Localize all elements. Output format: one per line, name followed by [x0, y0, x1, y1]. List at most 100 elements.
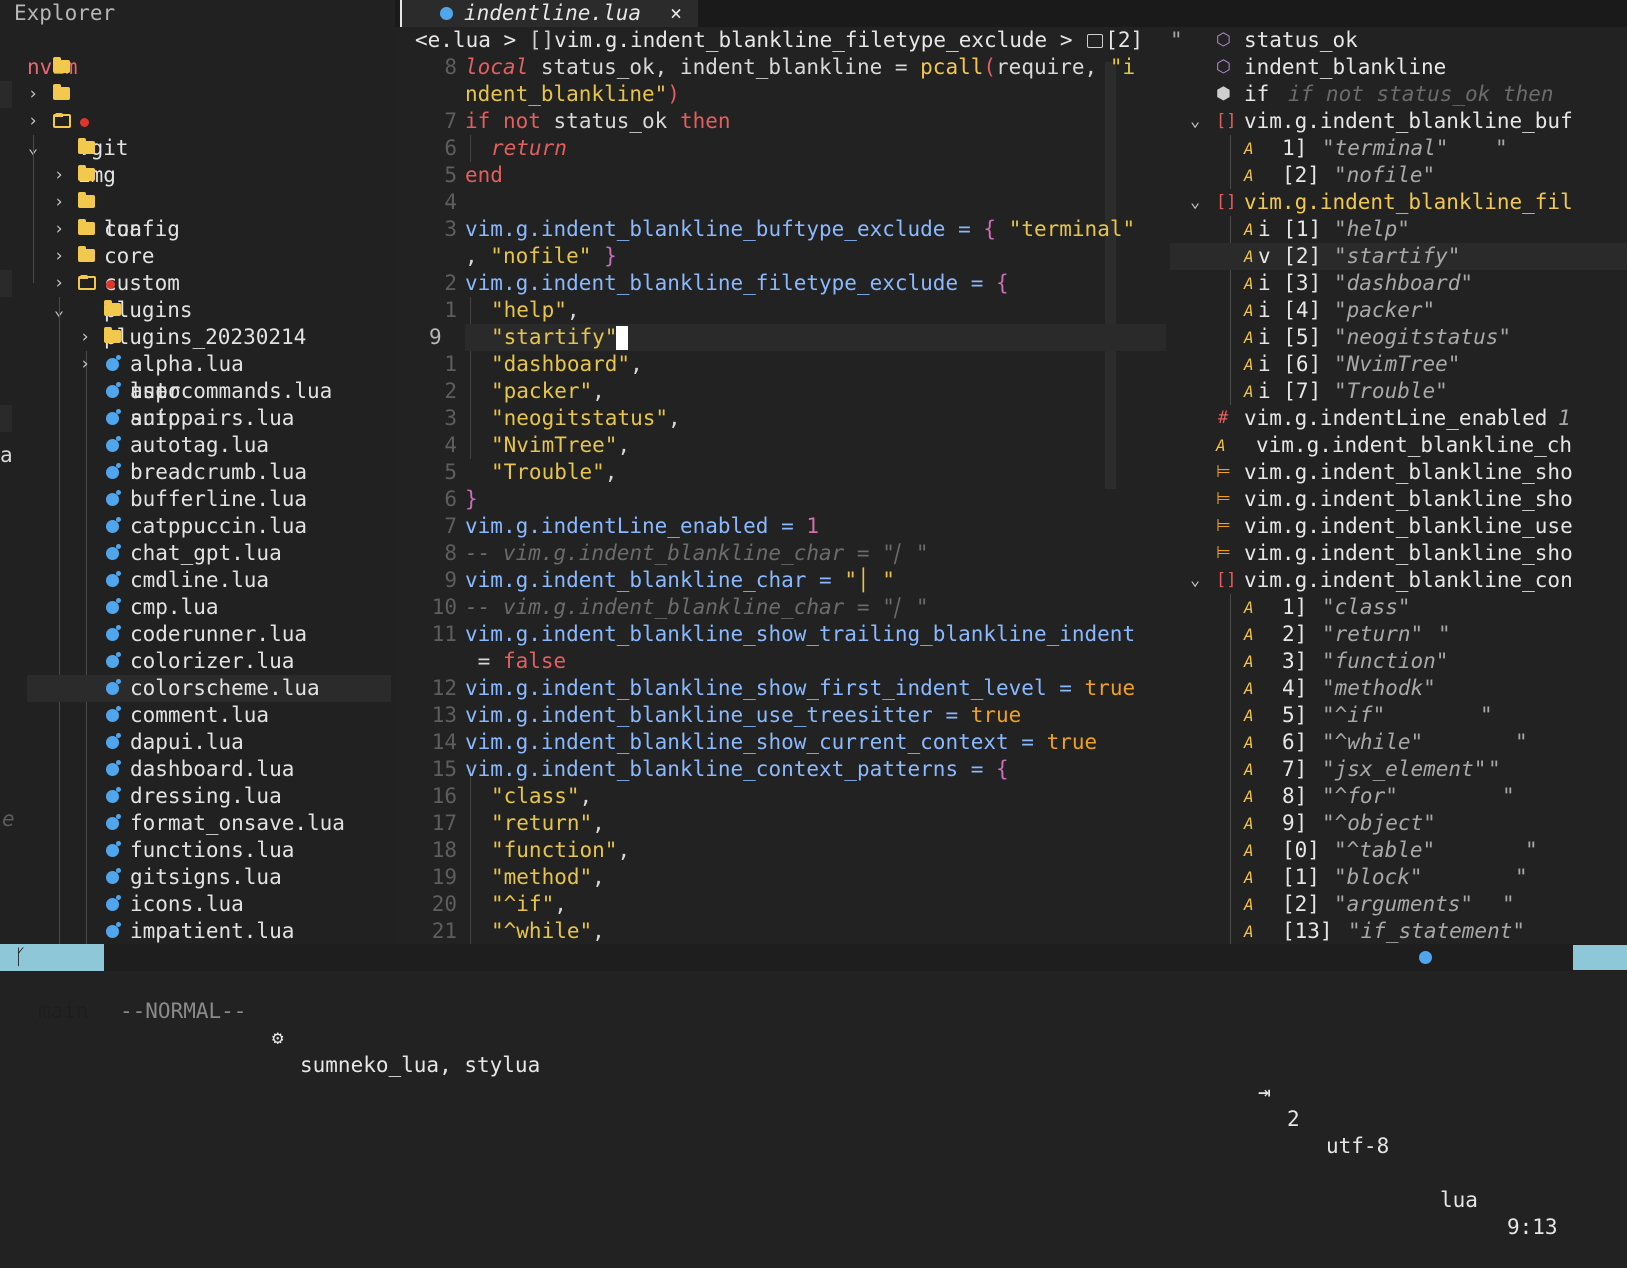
outline-item[interactable]: A 9] "^object": [1170, 810, 1627, 837]
tree-item-file[interactable]: cmdline.lua: [0, 567, 395, 594]
tree-root[interactable]: nvim: [0, 27, 395, 79]
tree-item-folder[interactable]: › snip: [0, 324, 395, 430]
outline-item-current[interactable]: Av [2] "startify": [1170, 243, 1627, 270]
lua-icon: [106, 706, 121, 722]
tab-indentline[interactable]: indentline.lua ×: [400, 0, 698, 27]
tree-item-file[interactable]: dapui.lua: [0, 729, 395, 756]
outline-detail: "dashboard": [1334, 271, 1474, 295]
outline-item[interactable]: A [2] "nofile": [1170, 162, 1627, 189]
outline-item[interactable]: ⊨ vim.g.indent_blankline_use: [1170, 513, 1627, 540]
outline-item[interactable]: ⊨ vim.g.indent_blankline_sho: [1170, 540, 1627, 567]
tree-item-file[interactable]: impatient.lua: [0, 918, 395, 945]
string-icon: A: [1244, 868, 1254, 887]
variable-icon: ⬡: [1216, 30, 1231, 50]
editor-pane[interactable]: <e.lua > []vim.g.indent_blankline_filety…: [395, 27, 1170, 944]
outline-item[interactable]: ⊨ vim.g.indent_blankline_sho: [1170, 459, 1627, 486]
tree-item-file[interactable]: comment.lua: [0, 702, 395, 729]
tree-item-file[interactable]: catppuccin.lua: [0, 513, 395, 540]
outline-item[interactable]: A 8] "^for" ": [1170, 783, 1627, 810]
outline-item[interactable]: Ai [4] "packer": [1170, 297, 1627, 324]
tree-item-file[interactable]: dashboard.lua: [0, 756, 395, 783]
tree-item-folder[interactable]: › .git: [0, 54, 395, 160]
code-line: 19 "method",: [395, 864, 1170, 891]
tree-item-label: comment.lua: [130, 703, 270, 727]
tree-item-file[interactable]: colorizer.lua: [0, 648, 395, 675]
lua-icon: [106, 409, 121, 425]
outline-item[interactable]: A 4] "methodk": [1170, 675, 1627, 702]
tree-item-folder[interactable]: › custom: [0, 189, 395, 295]
tree-item-file[interactable]: bufferline.lua: [0, 486, 395, 513]
outline-label: vim.g.indent_blankline_fil: [1244, 190, 1573, 214]
outline-item[interactable]: Avim.g.indent_blankline_ch: [1170, 432, 1627, 459]
outline-label: v [2]: [1258, 244, 1322, 268]
outline-item[interactable]: A [1] "block" ": [1170, 864, 1627, 891]
outline-label: vim.g.indent_blankline_con: [1244, 568, 1573, 592]
tree-item-file[interactable]: functions.lua: [0, 837, 395, 864]
breadcrumb-file[interactable]: <e.lua: [415, 28, 491, 52]
outline-item[interactable]: A 7] "jsx_element" ": [1170, 756, 1627, 783]
code-line: 4: [395, 189, 1170, 216]
breadcrumb-symbol[interactable]: vim.g.indent_blankline_filetype_exclude: [554, 28, 1047, 52]
tree-item-label: bufferline.lua: [130, 487, 308, 511]
tree-item-file[interactable]: autopairs.lua: [0, 405, 395, 432]
code-line: 4 "NvimTree",: [395, 432, 1170, 459]
tree-item-folder[interactable]: › plugins: [0, 216, 395, 322]
tree-item-file[interactable]: format_onsave.lua: [0, 810, 395, 837]
tab-label: indentline.lua: [464, 1, 642, 25]
outline-item[interactable]: A [2] "arguments" ": [1170, 891, 1627, 918]
breadcrumb-item[interactable]: [2]: [1105, 28, 1143, 52]
git-branch[interactable]: ᚴ main: [0, 944, 104, 1023]
tree-item-label: icons.lua: [130, 892, 244, 916]
outline-item[interactable]: A 2] "return" ": [1170, 621, 1627, 648]
tree-item-folder[interactable]: › img: [0, 81, 395, 187]
tree-item-folder[interactable]: › core: [0, 162, 395, 268]
outline-item[interactable]: ⬡ status_ok ": [1170, 27, 1627, 54]
tree-item-file[interactable]: autocommands.lua: [0, 378, 395, 405]
tree-item-file[interactable]: cmp.lua: [0, 594, 395, 621]
close-icon[interactable]: ×: [670, 0, 682, 27]
array-icon: []: [528, 28, 555, 52]
outline-item[interactable]: Ai [7] "Trouble": [1170, 378, 1627, 405]
outline-item[interactable]: A [0] "^table" ": [1170, 837, 1627, 864]
outline-item[interactable]: ⌄ [] vim.g.indent_blankline_buf: [1170, 108, 1627, 135]
lua-icon: [106, 544, 121, 560]
outline-item[interactable]: A 5] "^if" ": [1170, 702, 1627, 729]
outline-item[interactable]: A 6] "^while" ": [1170, 729, 1627, 756]
outline-item[interactable]: ⌄ [] vim.g.indent_blankline_fil: [1170, 189, 1627, 216]
tree-item-file[interactable]: alpha.lua: [0, 351, 395, 378]
tree-item-folder-open[interactable]: ⌄ lua: [0, 108, 395, 241]
code-text: vim.g.indent_blankline_show_trailing_bla…: [465, 622, 1136, 646]
outline-item[interactable]: A 3] "function": [1170, 648, 1627, 675]
folder-icon: [104, 300, 121, 316]
outline-item[interactable]: ⬢ if if not status_ok then: [1170, 81, 1627, 108]
outline-label: i [5]: [1258, 325, 1322, 349]
command-line[interactable]: [0, 971, 1627, 987]
tree-item-file[interactable]: gitsigns.lua: [0, 864, 395, 891]
outline-item[interactable]: A 1] "terminal" ": [1170, 135, 1627, 162]
lsp-clients[interactable]: sumneko_lua, stylua: [300, 1052, 540, 1079]
outline-item[interactable]: Ai [5] "neogitstatus": [1170, 324, 1627, 351]
tree-item-folder[interactable]: › lsp: [0, 297, 395, 403]
outline-item[interactable]: # vim.g.indentLine_enabled 1: [1170, 405, 1627, 432]
code-text: "^if",: [491, 892, 567, 916]
outline-item[interactable]: A [13] "if_statement": [1170, 918, 1627, 945]
string-icon: A: [1244, 355, 1254, 374]
outline-item[interactable]: ⊨ vim.g.indent_blankline_sho: [1170, 486, 1627, 513]
tree-item-file[interactable]: dressing.lua: [0, 783, 395, 810]
tree-item-file[interactable]: icons.lua: [0, 891, 395, 918]
tree-item-folder[interactable]: › config: [0, 135, 395, 241]
outline-item[interactable]: A 1] "class": [1170, 594, 1627, 621]
outline-detail: if not status_ok then: [1288, 82, 1554, 106]
tree-item-file-selected[interactable]: colorscheme.lua: [0, 675, 395, 702]
tree-item-folder[interactable]: › plugins_20230214: [0, 243, 395, 349]
outline-item[interactable]: ⌄ [] vim.g.indent_blankline_con: [1170, 567, 1627, 594]
outline-item[interactable]: Ai [1] "help": [1170, 216, 1627, 243]
tree-item-file[interactable]: breadcrumb.lua: [0, 459, 395, 486]
outline-item[interactable]: Ai [3] "dashboard": [1170, 270, 1627, 297]
outline-item[interactable]: ⬡ indent_blankline: [1170, 54, 1627, 81]
outline-item[interactable]: Ai [6] "NvimTree": [1170, 351, 1627, 378]
tree-item-file[interactable]: autotag.lua: [0, 432, 395, 459]
tree-item-file[interactable]: chat_gpt.lua: [0, 540, 395, 567]
tree-item-folder-open[interactable]: ⌄ user: [0, 270, 395, 403]
tree-item-file[interactable]: coderunner.lua: [0, 621, 395, 648]
